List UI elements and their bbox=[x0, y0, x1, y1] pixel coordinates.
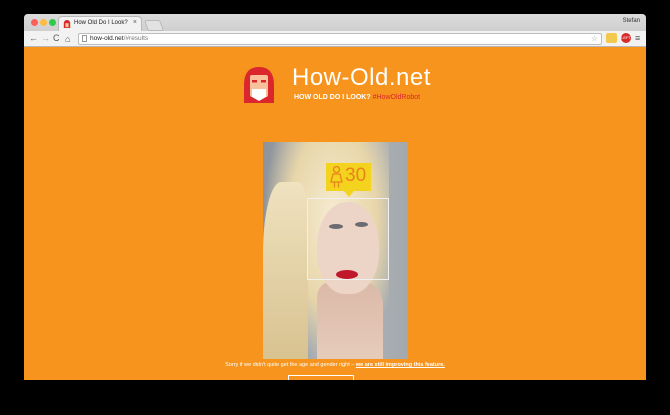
browser-window: How Old Do I Look? × Stefan ← → C ⌂ how-… bbox=[24, 14, 646, 380]
site-favicon-icon bbox=[63, 20, 71, 28]
tab-title: How Old Do I Look? bbox=[74, 20, 128, 26]
female-icon bbox=[330, 166, 343, 188]
bookmark-star-icon[interactable]: ☆ bbox=[591, 34, 598, 44]
tab-bar: How Old Do I Look? × Stefan bbox=[24, 14, 646, 32]
tab-active[interactable]: How Old Do I Look? × bbox=[58, 16, 142, 32]
hashtag-link[interactable]: #HowOldRobot bbox=[373, 94, 420, 101]
home-button[interactable]: ⌂ bbox=[65, 33, 70, 45]
reload-button[interactable]: C bbox=[53, 32, 60, 44]
url-path: /#results bbox=[123, 35, 149, 42]
forward-button[interactable]: → bbox=[41, 32, 50, 44]
disclaimer-text: Sorry if we didn't quite get the age and… bbox=[24, 362, 646, 368]
back-button[interactable]: ← bbox=[29, 32, 38, 44]
maximize-window-button[interactable] bbox=[49, 19, 56, 26]
photo-hair-left bbox=[263, 182, 308, 359]
browser-menu-icon[interactable]: ≡ bbox=[635, 33, 640, 43]
minimize-window-button[interactable] bbox=[40, 19, 47, 26]
how-old-logo-icon bbox=[244, 67, 274, 103]
tab-close-icon[interactable]: × bbox=[133, 19, 137, 27]
browser-toolbar: ← → C ⌂ how-old.net/#results ☆ LEFT ≡ bbox=[24, 31, 646, 47]
close-window-button[interactable] bbox=[31, 19, 38, 26]
new-tab-button[interactable] bbox=[143, 20, 165, 31]
tagline-text: HOW OLD DO I LOOK? bbox=[294, 94, 371, 101]
age-value: 30 bbox=[345, 165, 367, 186]
extension-icon[interactable] bbox=[606, 33, 617, 43]
face-detection-box bbox=[307, 198, 389, 280]
profile-name[interactable]: Stefan bbox=[623, 18, 640, 24]
tagline: HOW OLD DO I LOOK? #HowOldRobot bbox=[294, 94, 420, 101]
address-bar[interactable]: how-old.net/#results ☆ bbox=[78, 33, 602, 45]
url-text: how-old.net/#results bbox=[90, 35, 148, 42]
extension-badge-icon[interactable]: LEFT bbox=[621, 33, 631, 43]
improving-feature-link[interactable]: we are still improving this feature. bbox=[356, 362, 445, 368]
age-badge: 30 bbox=[326, 163, 371, 197]
site-title: How-Old.net bbox=[292, 64, 431, 91]
url-host: how-old.net bbox=[90, 35, 124, 42]
page-icon bbox=[82, 35, 87, 42]
try-another-button[interactable] bbox=[288, 375, 354, 380]
sorry-text: Sorry if we didn't quite get the age and… bbox=[225, 362, 355, 368]
